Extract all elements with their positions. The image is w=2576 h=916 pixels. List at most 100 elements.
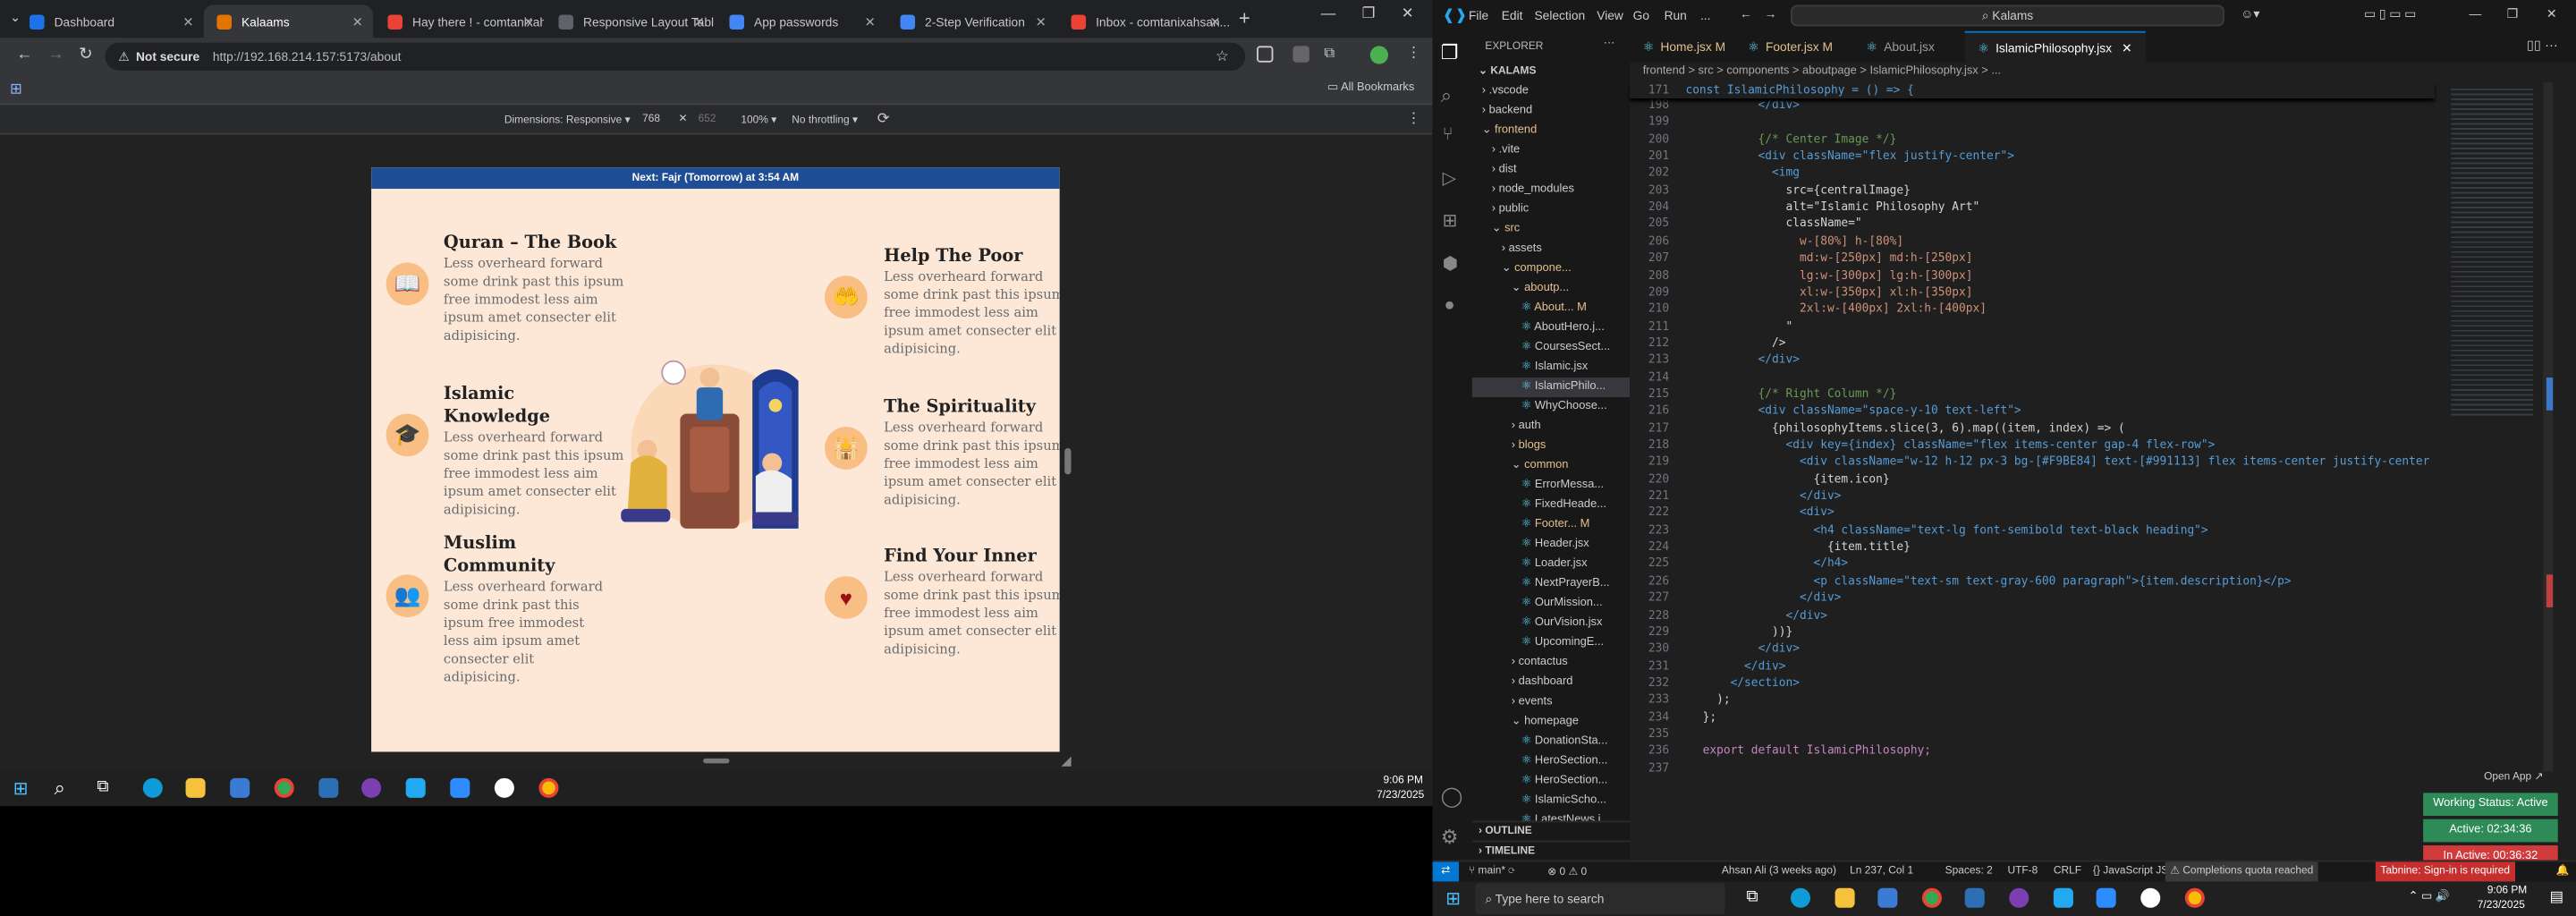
obs-icon[interactable]: [2140, 887, 2161, 908]
close-tab-icon[interactable]: ✕: [2122, 40, 2132, 55]
editor-tab-active[interactable]: ⚛ IslamicPhilosophy.jsx ✕: [1964, 30, 2146, 63]
zoom-icon[interactable]: [2096, 887, 2116, 908]
source-control-icon[interactable]: ⑂: [1443, 124, 1453, 144]
task-view-icon[interactable]: ⧉: [1746, 888, 1758, 906]
cursor-position[interactable]: Ln 237, Col 1: [1850, 865, 1913, 877]
apps-grid-icon[interactable]: ⊞: [10, 81, 22, 98]
close-window-icon[interactable]: ✕: [2546, 6, 2557, 21]
edge-icon[interactable]: [1791, 887, 1811, 908]
menu-more[interactable]: ...: [1700, 8, 1711, 23]
tree-folder-item[interactable]: › .vscode: [1472, 82, 1630, 102]
tree-folder-item[interactable]: › assets: [1472, 240, 1630, 259]
task-view-icon[interactable]: ⧉: [97, 778, 108, 796]
tree-file-item[interactable]: ⚛ Islamic.jsx: [1472, 358, 1630, 377]
tree-folder-item[interactable]: ⌄ src: [1472, 220, 1630, 240]
close-tab-icon[interactable]: ✕: [1036, 14, 1046, 30]
browser-tab[interactable]: App passwords ✕: [716, 5, 886, 38]
nav-back-icon[interactable]: ←: [1740, 6, 1752, 21]
tree-file-item[interactable]: ⚛ CoursesSect...: [1472, 338, 1630, 358]
zoom-select[interactable]: 100% ▾: [741, 114, 776, 126]
store-icon[interactable]: [230, 777, 250, 798]
layout-icon[interactable]: ▭ ▯ ▭ ▭: [2364, 6, 2416, 21]
github-desktop-icon[interactable]: [361, 777, 382, 798]
vscode-icon[interactable]: [2053, 887, 2073, 908]
tree-folder-item[interactable]: › blogs: [1472, 437, 1630, 456]
search-icon[interactable]: ⌕: [1441, 84, 1452, 109]
notification-center-icon[interactable]: ▤: [2550, 888, 2564, 906]
tree-file-item[interactable]: ⚛ IslamicScho...: [1472, 792, 1630, 811]
windows-start-icon[interactable]: ⊞: [1445, 888, 1461, 910]
nav-forward-icon[interactable]: →: [1765, 6, 1777, 21]
minimize-icon[interactable]: —: [2470, 6, 2482, 21]
close-tab-icon[interactable]: ✕: [865, 14, 876, 30]
store-icon[interactable]: [1877, 887, 1898, 908]
menu-icon[interactable]: ⋮: [1406, 45, 1421, 63]
extension-icon[interactable]: [1292, 46, 1309, 63]
browser-tab[interactable]: 2-Step Verification ✕: [887, 5, 1056, 38]
tree-folder-item[interactable]: ⌄ common: [1472, 456, 1630, 476]
problems-indicator[interactable]: ⊗ 0 ⚠ 0: [1547, 865, 1587, 878]
tree-folder-item[interactable]: › auth: [1472, 417, 1630, 437]
browser-tab[interactable]: Hay there ! - comtanixahs...✕: [375, 5, 544, 38]
explorer-more-icon[interactable]: ···: [1604, 38, 1615, 49]
puzzle-icon[interactable]: ⧉: [1324, 45, 1335, 63]
new-tab-icon[interactable]: +: [1239, 6, 1250, 30]
all-bookmarks-link[interactable]: ▭ All Bookmarks: [1327, 81, 1414, 94]
tree-file-item[interactable]: ⚛ NextPrayerB...: [1472, 574, 1630, 594]
tree-folder-item[interactable]: › backend: [1472, 102, 1630, 122]
forward-icon[interactable]: →: [47, 46, 64, 64]
editor-tab[interactable]: ⚛ About.jsx: [1853, 31, 1948, 63]
chrome-icon[interactable]: [2184, 887, 2205, 908]
quota-indicator[interactable]: ⚠ Completions quota reached: [2165, 861, 2318, 882]
reload-icon[interactable]: ↻: [79, 46, 92, 64]
tree-file-item[interactable]: ⚛ HeroSection...: [1472, 771, 1630, 791]
tree-folder-item[interactable]: › public: [1472, 200, 1630, 220]
remote-indicator-icon[interactable]: ⇄: [1432, 861, 1459, 882]
system-tray-icons[interactable]: ⌃ ▭ 🔊: [2409, 890, 2450, 903]
extensions-icon[interactable]: ⊞: [1443, 210, 1458, 232]
vscode-icon[interactable]: [405, 777, 426, 798]
command-center-search[interactable]: ⌕ Kalams: [1791, 4, 2224, 27]
account-icon[interactable]: ◯: [1441, 785, 1463, 808]
menu-view[interactable]: View: [1597, 8, 1623, 23]
run-debug-icon[interactable]: ▷: [1443, 167, 1457, 189]
menu-file[interactable]: File: [1469, 8, 1488, 23]
menu-run[interactable]: Run: [1665, 8, 1687, 23]
maximize-icon[interactable]: ❐: [1362, 5, 1376, 23]
indentation[interactable]: Spaces: 2: [1945, 865, 1993, 877]
menu-edit[interactable]: Edit: [1502, 8, 1523, 23]
app-icon[interactable]: [1964, 887, 1985, 908]
open-app-link[interactable]: Open App ↗: [2484, 770, 2543, 783]
throttle-select[interactable]: No throttling ▾: [792, 114, 858, 126]
outline-section[interactable]: › OUTLINE: [1471, 820, 1631, 841]
bookmark-star-icon[interactable]: ☆: [1216, 47, 1229, 65]
tree-file-item[interactable]: ⚛ Footer... M: [1472, 515, 1630, 535]
width-input[interactable]: 768: [642, 114, 660, 125]
copilot-icon[interactable]: ☺▾: [2241, 6, 2259, 21]
minimize-icon[interactable]: —: [1321, 5, 1336, 21]
editor-tab[interactable]: ⚛ Footer.jsx M: [1735, 31, 1846, 63]
tree-file-item[interactable]: ⚛ WhyChoose...: [1472, 397, 1630, 417]
close-tab-icon[interactable]: ✕: [352, 14, 363, 30]
tree-folder-item[interactable]: ⌄ compone...: [1472, 259, 1630, 279]
devtools-more-icon[interactable]: ⋮: [1406, 110, 1421, 128]
tree-file-item[interactable]: ⚛ HeroSection...: [1472, 751, 1630, 771]
tree-folder-item[interactable]: ⌄ homepage: [1472, 712, 1630, 732]
tree-file-item[interactable]: ⚛ About... M: [1472, 299, 1630, 318]
tree-file-item[interactable]: ⚛ Loader.jsx: [1472, 555, 1630, 574]
encoding[interactable]: UTF-8: [2007, 865, 2038, 877]
search-icon[interactable]: ⌕: [55, 776, 65, 802]
tree-file-item[interactable]: ⚛ FixedHeade...: [1472, 496, 1630, 515]
rotate-icon[interactable]: ⟳: [877, 110, 890, 128]
code-editor[interactable]: 198 </div> 199 200 {/* Center Image */} 201…: [1630, 98, 2435, 785]
tree-folder-item[interactable]: ⌄ frontend: [1472, 122, 1630, 141]
close-tab-icon[interactable]: ✕: [694, 14, 705, 30]
tree-file-item[interactable]: ⚛ DonationSta...: [1472, 732, 1630, 751]
browser-tab[interactable]: Responsive Layout Tabl... ✕: [546, 5, 715, 38]
tree-file-item[interactable]: ⚛ Header.jsx: [1472, 535, 1630, 555]
eol[interactable]: CRLF: [2054, 865, 2081, 877]
resize-handle-corner[interactable]: ◢: [1062, 753, 1072, 768]
profile-avatar[interactable]: [1369, 46, 1389, 64]
explorer-icon[interactable]: ❐: [1441, 41, 1459, 64]
app-icon[interactable]: [318, 777, 339, 798]
